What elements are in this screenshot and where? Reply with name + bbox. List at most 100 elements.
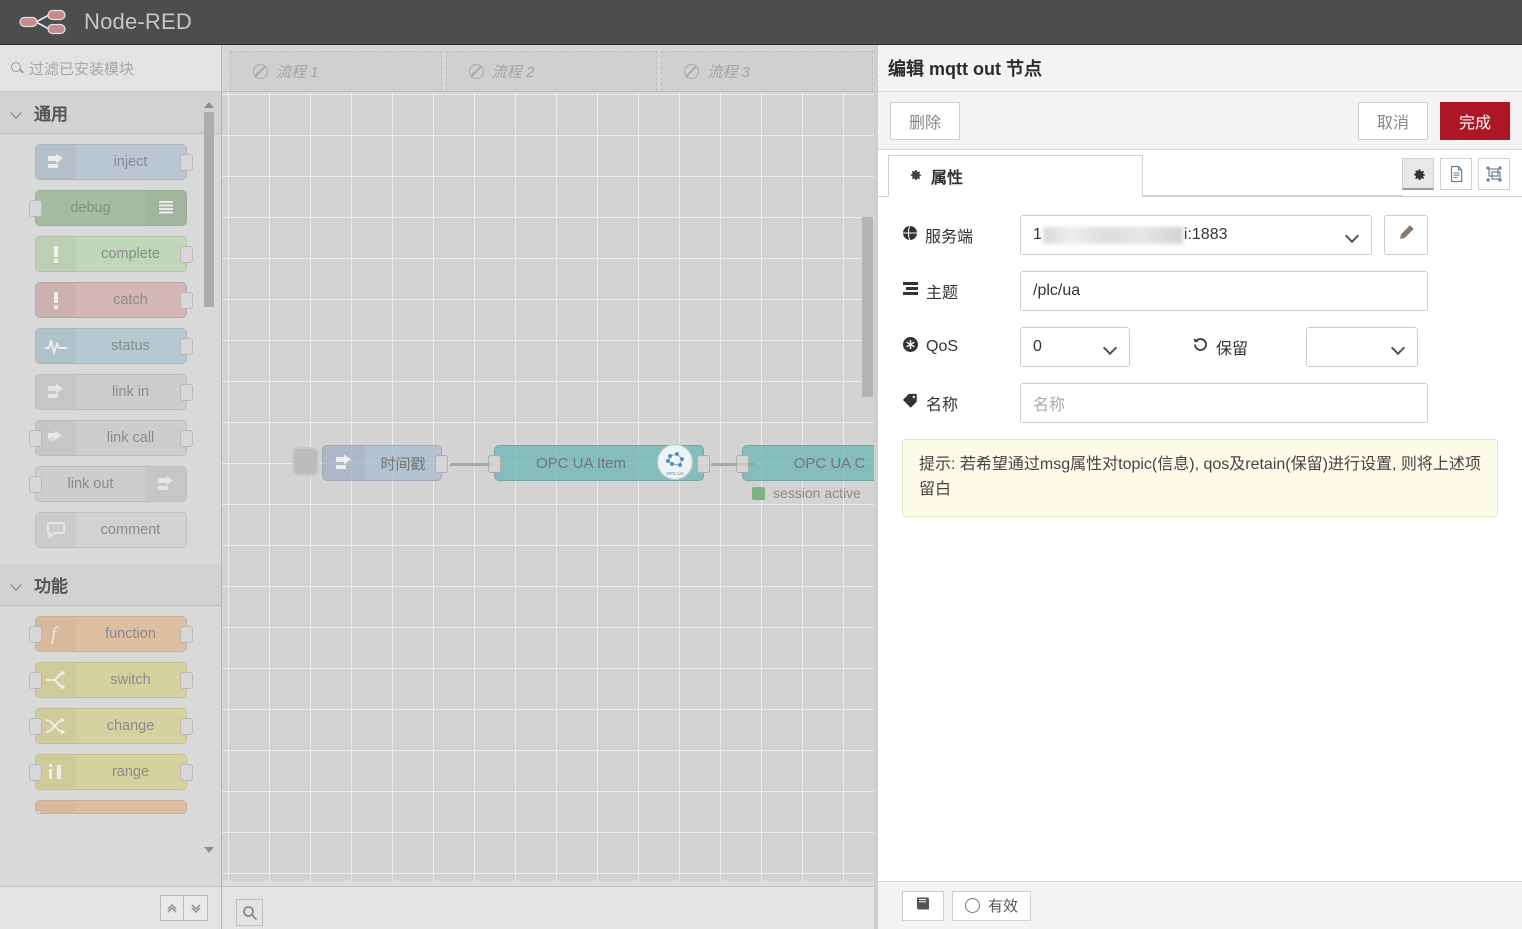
palette-node-catch[interactable]: catch xyxy=(34,282,193,318)
palette-node-link-in[interactable]: link in xyxy=(34,374,193,410)
node-input-port[interactable] xyxy=(488,455,501,473)
node-input-port[interactable] xyxy=(28,672,42,689)
topic-label: 主题 xyxy=(902,279,1020,303)
function-f-icon: f xyxy=(36,617,76,651)
server-value-redacted xyxy=(1042,226,1183,244)
field-row-server: 服务端 1 i:1883 xyxy=(902,215,1498,255)
expand-all-button[interactable] xyxy=(184,895,208,921)
palette-scrollbar[interactable] xyxy=(203,100,215,900)
node-input-port[interactable] xyxy=(28,430,42,447)
palette-node-range[interactable]: range xyxy=(28,754,193,790)
node-output-port[interactable] xyxy=(179,384,193,401)
palette-node-link-out[interactable]: link out xyxy=(28,466,187,502)
node-output-port[interactable] xyxy=(179,292,193,309)
inject-arrow-icon xyxy=(323,446,365,480)
dialog-tabbar: 属性 xyxy=(878,150,1522,197)
edit-server-button[interactable] xyxy=(1384,215,1428,255)
flow-tab-3[interactable]: 流程 3 xyxy=(661,51,874,91)
retain-select[interactable] xyxy=(1306,327,1419,367)
palette-node-switch[interactable]: switch xyxy=(28,662,193,698)
svg-text:OPC UA: OPC UA xyxy=(666,471,685,476)
node-output-port[interactable] xyxy=(179,718,193,735)
name-input[interactable]: 名称 xyxy=(1020,383,1428,423)
node-output-port[interactable] xyxy=(179,626,193,643)
field-row-qos-retain: QoS 0 保留 xyxy=(902,327,1498,367)
gear-icon[interactable] xyxy=(1402,158,1434,190)
node-input-port[interactable] xyxy=(28,476,42,493)
server-value-suffix: i:1883 xyxy=(1183,226,1228,243)
disabled-icon xyxy=(253,64,268,79)
scroll-up-arrow-icon[interactable] xyxy=(203,100,215,110)
canvas-footer xyxy=(222,886,877,929)
appearance-icon[interactable] xyxy=(1478,158,1510,190)
node-output-port[interactable] xyxy=(179,430,193,447)
node-output-port[interactable] xyxy=(179,764,193,781)
brand-title: Node-RED xyxy=(84,9,192,34)
svg-text:f: f xyxy=(51,624,59,645)
flow-tab-2[interactable]: 流程 2 xyxy=(445,51,658,91)
node-input-port[interactable] xyxy=(28,200,42,217)
canvas-vertical-scrollbar[interactable] xyxy=(862,217,873,397)
scroll-down-arrow-icon[interactable] xyxy=(203,845,215,855)
palette-node-comment[interactable]: comment xyxy=(34,512,187,548)
function-f-icon xyxy=(36,801,76,813)
tab-properties[interactable]: 属性 xyxy=(888,155,1143,197)
palette-node-label: switch xyxy=(110,672,151,688)
node-selection-handle[interactable] xyxy=(292,447,319,476)
palette-node-label: range xyxy=(111,764,150,780)
palette-category-label: 功能 xyxy=(34,577,68,596)
node-input-port[interactable] xyxy=(35,810,42,813)
flow-node-opcua-client[interactable]: OPC UA C xyxy=(736,445,877,481)
canvas-search-button[interactable] xyxy=(236,899,263,926)
description-icon[interactable] xyxy=(1440,158,1472,190)
palette-node-label: status xyxy=(111,338,150,354)
node-palette: 过滤已安装模块 通用 inject debug complete catch s… xyxy=(0,45,222,929)
node-input-port[interactable] xyxy=(28,764,42,781)
palette-category-common[interactable]: 通用 xyxy=(0,92,221,134)
palette-node-partial[interactable] xyxy=(34,800,187,814)
qos-select[interactable]: 0 xyxy=(1020,327,1130,367)
palette-node-function[interactable]: f function xyxy=(28,616,193,652)
node-enable-toggle[interactable]: 有效 xyxy=(952,890,1032,921)
node-output-port[interactable] xyxy=(179,154,193,171)
flow-tab-label: 流程 3 xyxy=(707,64,750,81)
help-book-button[interactable] xyxy=(902,890,944,921)
node-output-port[interactable] xyxy=(435,455,448,473)
exclamation-icon xyxy=(36,283,76,317)
node-output-port[interactable] xyxy=(179,672,193,689)
palette-node-complete[interactable]: complete xyxy=(34,236,193,272)
node-input-port[interactable] xyxy=(736,455,749,473)
cancel-button[interactable]: 取消 xyxy=(1357,101,1428,140)
palette-node-link-call[interactable]: link call xyxy=(28,420,193,456)
exclamation-icon xyxy=(36,237,76,271)
dialog-resize-handle[interactable] xyxy=(874,45,878,929)
flow-node-timestamp[interactable]: 时间戳 xyxy=(322,445,448,481)
server-select[interactable]: 1 i:1883 xyxy=(1020,215,1372,255)
palette-search[interactable]: 过滤已安装模块 xyxy=(0,45,221,92)
node-output-port[interactable] xyxy=(697,455,710,473)
node-input-port[interactable] xyxy=(28,718,42,735)
tab-label: 属性 xyxy=(931,170,964,187)
collapse-all-button[interactable] xyxy=(160,895,184,921)
palette-node-inject[interactable]: inject xyxy=(34,144,193,180)
link-out-icon xyxy=(146,467,186,501)
chevron-down-icon xyxy=(10,106,24,120)
brand-logo[interactable]: Node-RED xyxy=(18,7,192,37)
palette-footer xyxy=(0,886,221,929)
done-button[interactable]: 完成 xyxy=(1439,101,1510,140)
topic-input[interactable]: /plc/ua xyxy=(1020,271,1428,311)
pencil-icon xyxy=(1398,224,1415,246)
palette-scrollbar-thumb[interactable] xyxy=(204,112,214,307)
dialog-title: 编辑 mqtt out 节点 xyxy=(878,45,1522,92)
node-output-port[interactable] xyxy=(179,338,193,355)
palette-node-change[interactable]: change xyxy=(28,708,193,744)
node-input-port[interactable] xyxy=(28,626,42,643)
flow-canvas[interactable]: 时间戳 OPC UA Item OPC UA OPC UA C session … xyxy=(222,92,877,882)
palette-node-label: inject xyxy=(113,154,148,170)
palette-category-function[interactable]: 功能 xyxy=(0,564,221,606)
delete-button[interactable]: 删除 xyxy=(890,101,961,140)
node-output-port[interactable] xyxy=(179,246,193,263)
palette-node-status[interactable]: status xyxy=(34,328,193,364)
flow-tab-1[interactable]: 流程 1 xyxy=(230,51,442,91)
palette-node-debug[interactable]: debug xyxy=(28,190,187,226)
